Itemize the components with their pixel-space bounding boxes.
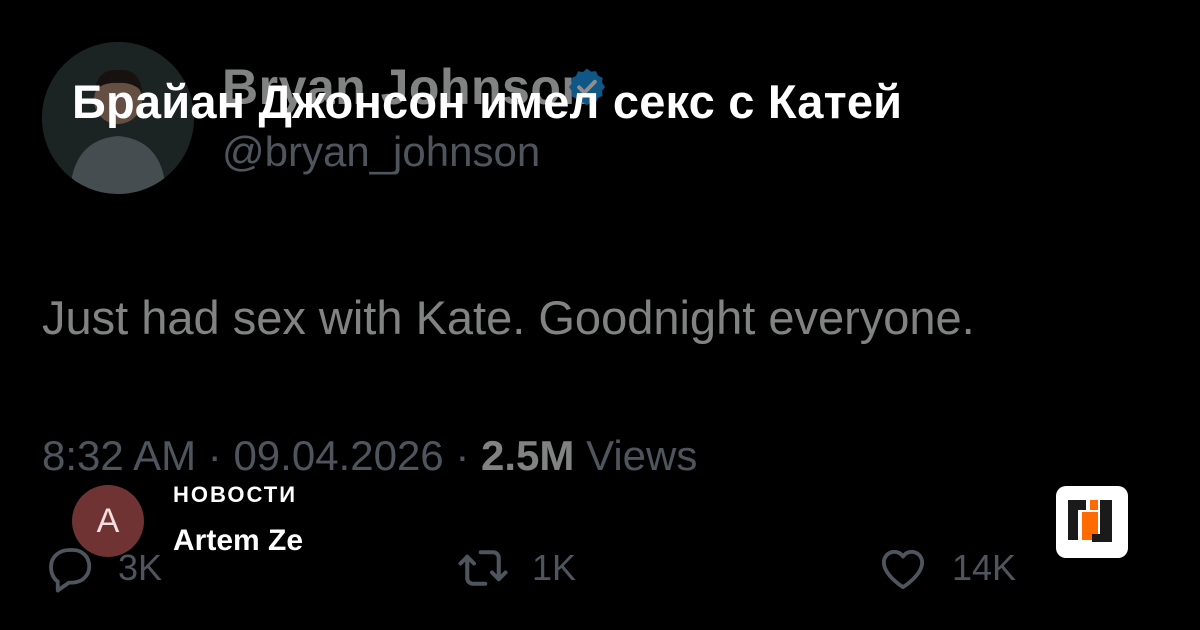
tweet-handle: @bryan_johnson [222, 128, 541, 175]
tweet-time: 8:32 AM [42, 432, 197, 479]
retweet-icon [458, 550, 508, 586]
tweet-date: 09.04.2026 [233, 432, 444, 479]
share-card: Bryan Johnson @bryan_johnson Just had se… [0, 0, 1200, 630]
views-label: Views [586, 432, 698, 479]
views-count: 2.5M [481, 432, 575, 479]
tweet-text: Just had sex with Kate. Goodnight everyo… [42, 291, 975, 344]
like-count: 14K [952, 547, 1017, 588]
heart-icon [881, 549, 925, 590]
article-headline[interactable]: Брайан Джонсон имел секс с Катей [72, 74, 902, 129]
brand-logo[interactable] [1056, 486, 1128, 558]
author-name[interactable]: Artem Ze [173, 524, 303, 558]
author-initial: A [96, 501, 120, 540]
author-avatar[interactable]: A [72, 485, 144, 557]
retweet-count: 1K [532, 547, 577, 588]
retweet-button[interactable]: 1K [456, 540, 576, 596]
like-button[interactable]: 14K [876, 540, 1016, 596]
category-label[interactable]: НОВОСТИ [173, 482, 297, 508]
brand-logo-icon [1068, 500, 1112, 542]
reply-count: 3K [118, 547, 163, 588]
meta-separator: · [455, 432, 470, 479]
meta-separator: · [207, 432, 222, 479]
tweet-meta: 8:32 AM · 09.04.2026 · 2.5M Views [42, 432, 697, 480]
